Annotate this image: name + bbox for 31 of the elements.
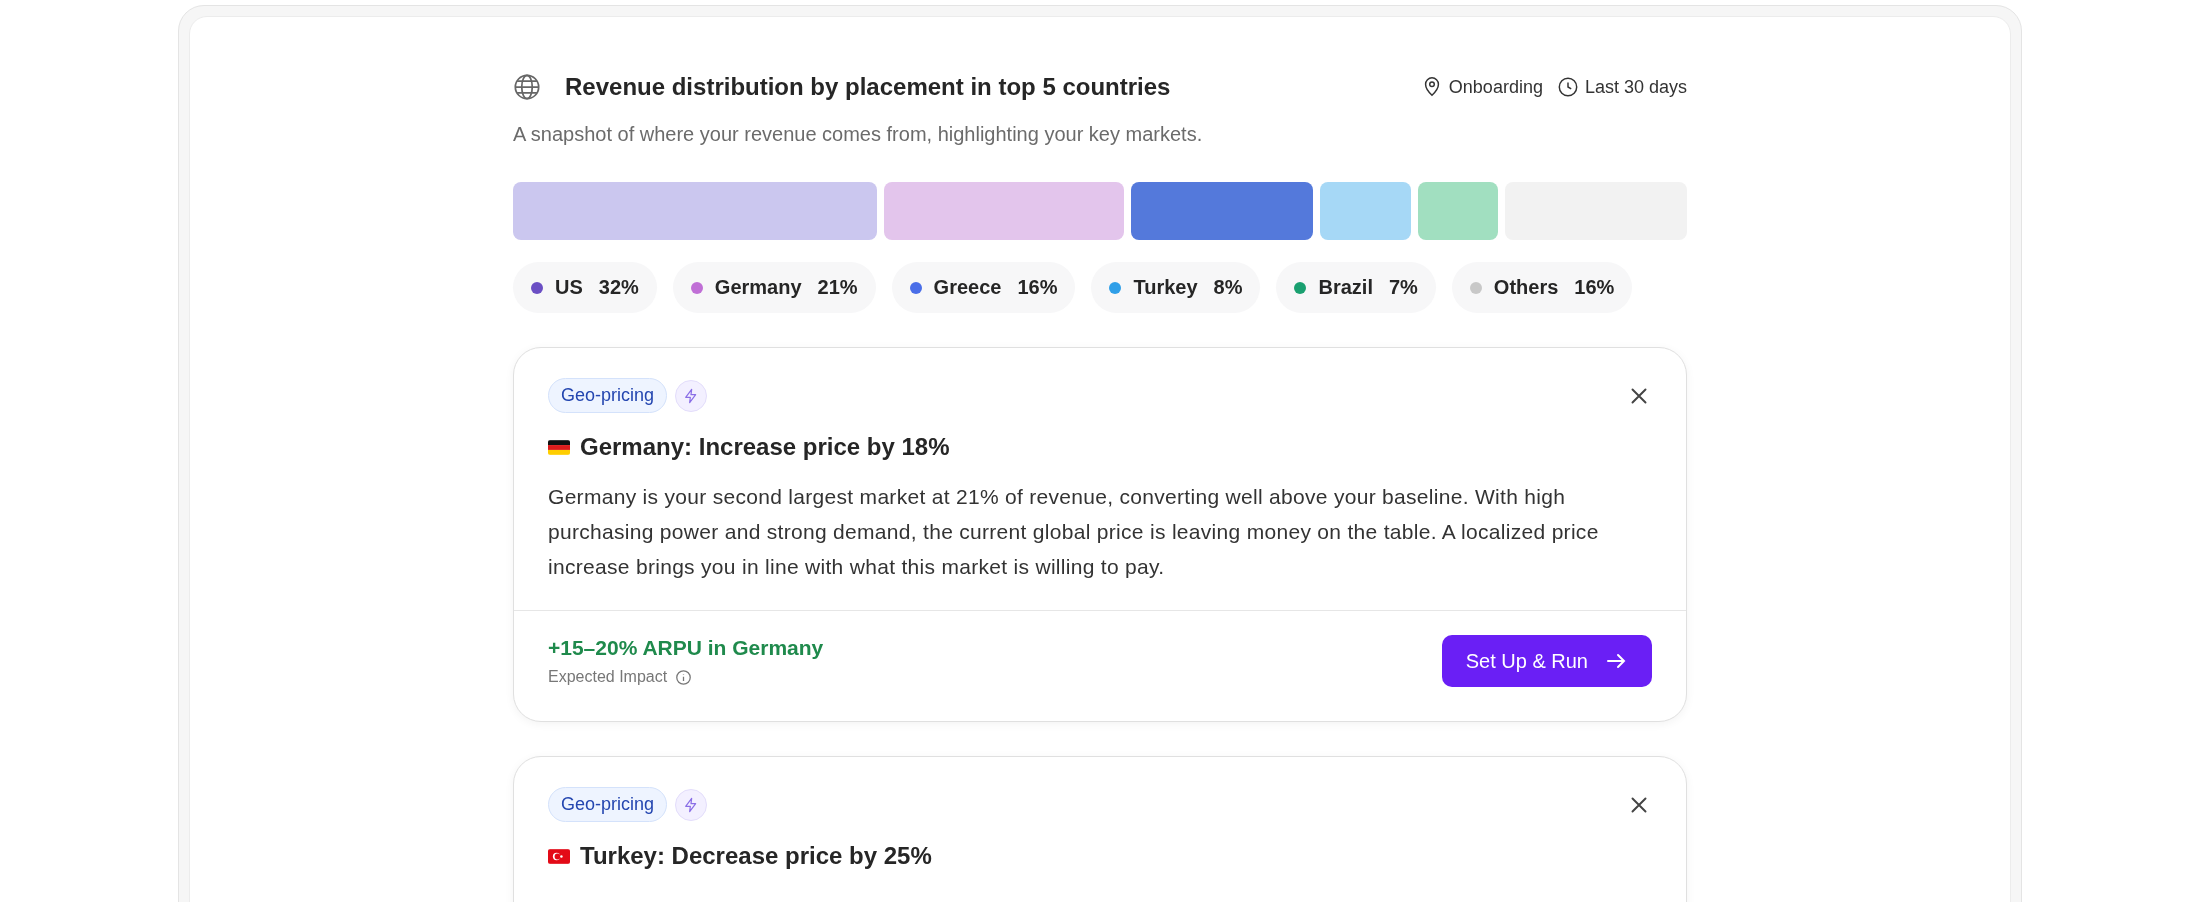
impact-value: +15–20% ARPU in Germany — [548, 636, 824, 660]
flag-icon — [548, 848, 570, 864]
legend-label: Germany — [714, 276, 802, 299]
legend-label: Brazil — [1318, 276, 1373, 299]
category-tag: Geo-pricing — [548, 787, 668, 822]
globe-icon — [513, 73, 541, 101]
legend-label: Turkey — [1133, 276, 1198, 299]
legend-share: 16% — [1017, 276, 1058, 299]
filter-label: Last 30 days — [1584, 76, 1687, 98]
category-tag: Geo-pricing — [548, 378, 668, 413]
lightning-icon — [675, 379, 708, 412]
clock-icon — [1556, 76, 1579, 98]
legend-share: 7% — [1388, 276, 1418, 299]
lightning-icon — [675, 788, 708, 821]
legend-share: 16% — [1574, 276, 1615, 299]
legend-share: 8% — [1213, 276, 1243, 299]
legend-label: Greece — [933, 276, 1002, 299]
flag-icon — [548, 439, 570, 455]
filter-label: Onboarding — [1448, 76, 1543, 98]
impact-label: Expected Impact — [548, 668, 668, 686]
info-icon — [675, 668, 693, 686]
card-title: Turkey: Decrease price by 25% — [580, 842, 932, 870]
chart-subtitle: A snapshot of where your revenue comes from, highlighting your key markets. — [513, 123, 1204, 146]
legend-label: US — [555, 276, 583, 299]
legend-share: 21% — [817, 276, 858, 299]
chart-title: Revenue distribution by placement in top 5 countries — [565, 73, 1172, 101]
set-up-run-button[interactable]: Set Up & Run — [1441, 635, 1652, 687]
legend-label: Others — [1493, 276, 1559, 299]
card-description: Germany is your second largest market at 21% of revenue, converting well above your baseline. With high purchasing power and strong demand, the current global price is leaving money on the table. A localized price increase brings you in line with what this market is willing to pay. — [548, 484, 1600, 580]
card-title: Germany: Increase price by 18% — [580, 433, 950, 461]
legend-share: 32% — [598, 276, 639, 299]
